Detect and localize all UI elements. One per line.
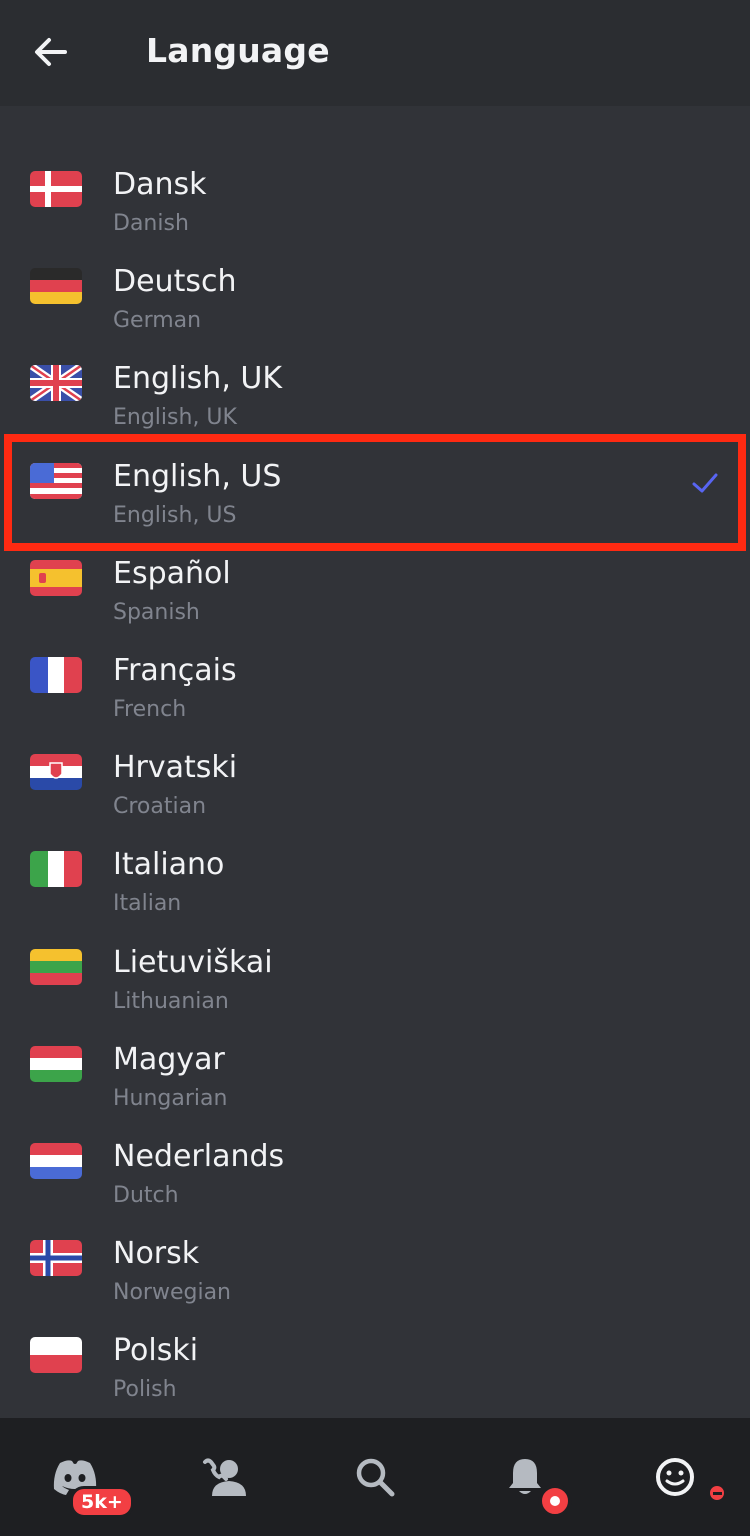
flag-france-icon	[30, 656, 82, 693]
checkmark-icon	[692, 473, 718, 493]
notification-dot	[538, 1484, 572, 1518]
nav-tab-profile[interactable]	[600, 1418, 750, 1536]
flag-croatia-icon	[30, 754, 82, 791]
language-item-deutsch[interactable]: Deutsch German	[0, 242, 750, 339]
flag-poland-icon	[30, 1337, 82, 1374]
language-native-name: Danish	[113, 211, 189, 236]
search-icon	[356, 1458, 395, 1497]
flag-spain-icon	[30, 559, 82, 596]
nav-tab-search[interactable]	[300, 1418, 450, 1536]
language-item-magyar[interactable]: Magyar Hungarian	[0, 1020, 750, 1117]
language-name: Dansk	[113, 167, 207, 202]
flag-germany-icon	[30, 268, 82, 305]
flag-uk-icon	[30, 365, 82, 402]
language-item-polski[interactable]: Polski Polish	[0, 1311, 750, 1408]
language-native-name: French	[113, 696, 187, 722]
language-name: Deutsch	[113, 264, 237, 300]
nav-tab-friends[interactable]	[150, 1418, 300, 1536]
language-native-name: Norwegian	[113, 1280, 231, 1306]
arrow-left-icon	[35, 38, 67, 66]
language-native-name: Croatian	[113, 794, 207, 820]
language-name: Italiano	[113, 847, 225, 883]
flag-italy-icon	[30, 851, 82, 888]
language-item-dansk[interactable]: Dansk Danish	[0, 145, 750, 242]
language-native-name: English, UK	[113, 405, 237, 431]
language-name: Français	[113, 652, 237, 688]
language-native-name: Dutch	[113, 1182, 179, 1208]
language-item-norsk[interactable]: Norsk Norwegian	[0, 1214, 750, 1311]
flag-netherlands-icon	[30, 1142, 82, 1179]
language-item-lietuviskai[interactable]: Lietuviškai Lithuanian	[0, 923, 750, 1020]
language-settings-screen: Language Dansk Danish Deutsch German Eng…	[0, 0, 750, 1536]
language-name: Polski	[113, 1333, 199, 1369]
language-native-name: Polish	[113, 1377, 177, 1403]
language-item-francais[interactable]: Français French	[0, 631, 750, 728]
language-name: English, UK	[113, 361, 283, 397]
notification-count-badge: 5k+	[70, 1486, 134, 1518]
language-native-name: German	[113, 308, 202, 334]
back-button[interactable]	[28, 30, 72, 74]
language-native-name: Hungarian	[113, 1085, 228, 1111]
language-name: Nederlands	[113, 1138, 285, 1174]
flag-norway-icon	[30, 1240, 82, 1277]
language-item-english-us[interactable]: English, US English, US	[0, 437, 750, 534]
language-name: Hrvatski	[113, 750, 238, 786]
friends-icon	[203, 1458, 246, 1496]
language-item-hrvatski[interactable]: Hrvatski Croatian	[0, 728, 750, 825]
nav-tab-notifications[interactable]	[450, 1418, 600, 1536]
flag-lithuania-icon	[30, 948, 82, 985]
page-title: Language	[146, 31, 330, 70]
language-native-name: Lithuanian	[113, 988, 229, 1014]
language-name: Magyar	[113, 1041, 225, 1077]
language-name: Español	[113, 555, 231, 591]
header-bar: Language	[0, 0, 750, 106]
flag-us-icon	[30, 462, 82, 499]
language-native-name: Italian	[113, 891, 182, 917]
do-not-disturb-status-icon	[706, 1482, 728, 1504]
nav-tab-home[interactable]: 5k+	[0, 1418, 150, 1536]
flag-denmark-icon	[30, 171, 82, 207]
language-name: English, US	[113, 458, 282, 494]
language-name: Norsk	[113, 1236, 200, 1272]
language-native-name: Spanish	[113, 599, 200, 625]
language-item-italiano[interactable]: Italiano Italian	[0, 825, 750, 922]
profile-icon	[656, 1458, 694, 1496]
language-native-name: English, US	[113, 502, 237, 528]
language-list: Dansk Danish Deutsch German English, UK …	[0, 145, 750, 1408]
language-item-english-uk[interactable]: English, UK English, UK	[0, 339, 750, 436]
flag-hungary-icon	[30, 1045, 82, 1082]
bottom-navigation: 5k+	[0, 1418, 750, 1536]
language-item-nederlands[interactable]: Nederlands Dutch	[0, 1117, 750, 1214]
language-item-espanol[interactable]: Español Spanish	[0, 534, 750, 631]
language-name: Lietuviškai	[113, 944, 273, 980]
